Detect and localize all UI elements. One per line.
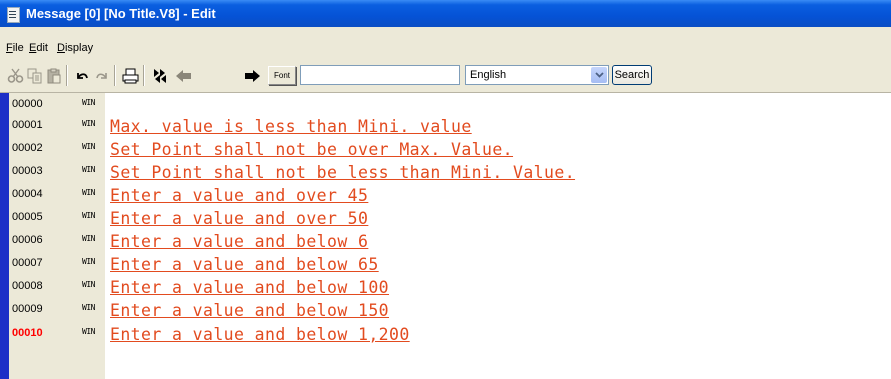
next-icon[interactable] — [242, 66, 261, 85]
message-tag: WIN — [82, 257, 95, 266]
message-text[interactable]: Enter a value and below 1,200 — [110, 325, 410, 344]
message-tag: WIN — [82, 188, 95, 197]
message-number: 00004 — [12, 188, 43, 200]
print-icon[interactable] — [121, 66, 140, 85]
message-row[interactable]: 00007 WIN Enter a value and below 65 — [0, 255, 891, 277]
cut-icon[interactable] — [6, 66, 25, 85]
message-number: 00005 — [12, 211, 43, 223]
message-row[interactable]: 00003 WIN Set Point shall not be less than… — [0, 163, 891, 185]
previous-icon[interactable] — [174, 66, 193, 85]
font-button[interactable]: Font — [268, 66, 296, 85]
redo-icon[interactable] — [92, 66, 111, 85]
message-text[interactable]: Enter a value and below 100 — [110, 278, 389, 297]
chevron-down-icon[interactable] — [591, 67, 607, 83]
paste-icon[interactable] — [44, 66, 63, 85]
search-button[interactable]: Search — [612, 65, 652, 85]
message-row[interactable]: 00001 WIN Max. value is less than Mini. va… — [0, 117, 891, 139]
message-list: 00000 WIN 00001 WIN Max. value is less than … — [0, 93, 891, 379]
message-tag: WIN — [82, 280, 95, 289]
message-row[interactable]: 00000 WIN — [0, 97, 891, 118]
toolbar-separator — [66, 65, 68, 86]
message-number: 00007 — [12, 257, 43, 269]
menu-bar: File Edit Display — [0, 27, 891, 60]
message-tag: WIN — [82, 165, 95, 174]
copy-icon[interactable] — [25, 66, 44, 85]
message-tag: WIN — [82, 98, 95, 107]
search-input[interactable] — [300, 65, 460, 85]
toolbar: Font English Search — [0, 60, 891, 93]
message-text[interactable]: Set Point shall not be less than Mini. V… — [110, 163, 575, 182]
message-text[interactable]: Enter a value and below 150 — [110, 301, 389, 320]
message-number: 00008 — [12, 280, 43, 292]
window-title: Message [0] [No Title.V8] - Edit — [26, 6, 216, 21]
message-number: 00001 — [12, 119, 43, 131]
message-row[interactable]: 00005 WIN Enter a value and over 50 — [0, 209, 891, 231]
message-editor-window: Message [0] [No Title.V8] - Edit File Ed… — [0, 0, 891, 379]
message-text[interactable]: Max. value is less than Mini. value — [110, 117, 472, 136]
toolbar-separator — [143, 65, 145, 86]
menu-file[interactable]: File — [6, 42, 24, 54]
message-number: 00003 — [12, 165, 43, 177]
toolbar-separator — [114, 65, 116, 86]
menu-display[interactable]: Display — [57, 42, 93, 54]
message-tag: WIN — [82, 234, 95, 243]
message-number: 00010 — [12, 327, 43, 339]
message-number: 00000 — [12, 98, 43, 110]
message-number: 00009 — [12, 303, 43, 315]
message-tag: WIN — [82, 211, 95, 220]
message-number: 00002 — [12, 142, 43, 154]
language-selected-value: English — [470, 69, 507, 81]
message-row[interactable]: 00008 WIN Enter a value and below 100 — [0, 278, 891, 300]
message-tag: WIN — [82, 327, 95, 336]
message-tag: WIN — [82, 119, 95, 128]
title-bar[interactable]: Message [0] [No Title.V8] - Edit — [0, 0, 891, 27]
message-row[interactable]: 00010 WIN Enter a value and below 1,200 — [0, 325, 891, 347]
message-row[interactable]: 00006 WIN Enter a value and below 6 — [0, 232, 891, 254]
message-row[interactable]: 00009 WIN Enter a value and below 150 — [0, 301, 891, 323]
message-text[interactable]: Set Point shall not be over Max. Value. — [110, 140, 513, 159]
menu-edit[interactable]: Edit — [29, 42, 48, 54]
document-icon — [6, 6, 20, 23]
undo-icon[interactable] — [72, 66, 91, 85]
message-row[interactable]: 00004 WIN Enter a value and over 45 — [0, 186, 891, 208]
message-text[interactable]: Enter a value and over 50 — [110, 209, 368, 228]
message-tag: WIN — [82, 303, 95, 312]
message-text[interactable]: Enter a value and below 65 — [110, 255, 379, 274]
message-text[interactable]: Enter a value and below 6 — [110, 232, 368, 251]
message-row[interactable]: 00002 WIN Set Point shall not be over Max.… — [0, 140, 891, 162]
message-tag: WIN — [82, 142, 95, 151]
message-text[interactable]: Enter a value and over 45 — [110, 186, 368, 205]
message-number: 00006 — [12, 234, 43, 246]
jump-icon[interactable] — [150, 66, 169, 85]
language-select[interactable]: English — [465, 65, 609, 85]
